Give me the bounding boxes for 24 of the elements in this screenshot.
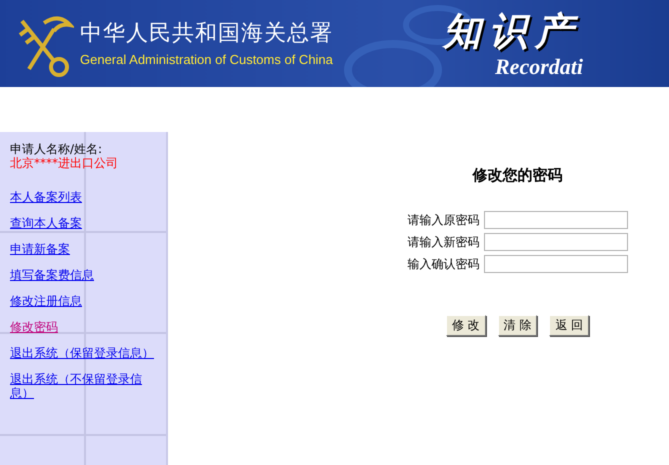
banner-subtitle: Recordati [495,54,583,80]
sidebar-link[interactable]: 填写备案费信息 [10,268,94,282]
password-field[interactable] [484,233,628,251]
applicant-label: 申请人名称/姓名: [10,142,104,156]
sidebar-link[interactable]: 退出系统（保留登录信息） [10,346,154,360]
form-button[interactable]: 清 除 [498,315,538,336]
form-button[interactable]: 返 回 [549,315,590,336]
field-label: 请输入新密码 [408,234,480,250]
sidebar-link[interactable]: 申请新备案 [10,242,70,256]
banner-title: 知识产 [443,8,581,54]
applicant-name: 北京****进出口公司 [10,156,118,170]
sidebar-link[interactable]: 本人备案列表 [10,190,82,204]
field-label: 请输入原密码 [408,212,480,228]
agency-title: 中华人民共和国海关总署 [80,20,333,48]
agency-subtitle: General Administration of Customs of China [80,52,333,67]
sidebar-link[interactable]: 修改密码 [10,320,58,334]
sidebar-link[interactable]: 查询本人备案 [10,216,82,230]
form-button[interactable]: 修 改 [446,315,486,336]
sidebar-link[interactable]: 退出系统（不保留登录信息） [10,372,158,400]
form-title: 修改您的密码 [472,166,562,185]
password-field[interactable] [484,211,628,229]
sidebar-link[interactable]: 修改注册信息 [10,294,82,308]
field-label: 输入确认密码 [408,256,480,272]
password-field[interactable] [484,255,628,273]
